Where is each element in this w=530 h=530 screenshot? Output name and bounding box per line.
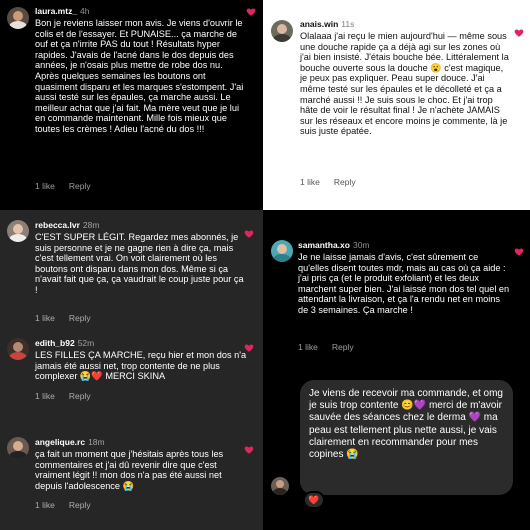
comment-text: ça fait un moment que j'hésitais après t…: [35, 449, 224, 491]
heart-icon[interactable]: [244, 445, 254, 455]
comment-header: rebecca.lvr 28m: [35, 220, 99, 230]
like-count[interactable]: 1 like: [35, 391, 55, 401]
comment-header: samantha.xo 30m: [298, 240, 370, 250]
comment-header: angelique.rc 18m: [35, 437, 105, 447]
username[interactable]: edith_b92: [35, 338, 75, 348]
username[interactable]: anais.win: [300, 19, 338, 29]
avatar[interactable]: [271, 477, 289, 495]
comment-text: Je ne laisse jamais d'avis, c'est sûreme…: [298, 252, 510, 315]
timestamp: 18m: [88, 437, 105, 447]
heart-icon[interactable]: [246, 7, 256, 17]
like-count[interactable]: 1 like: [35, 181, 55, 191]
comment-actions: 1 like Reply: [35, 313, 91, 323]
comment-text: Olalaaa j'ai reçu le mien aujourd'hui — …: [300, 31, 509, 137]
reply-button[interactable]: Reply: [69, 313, 91, 323]
like-count[interactable]: 1 like: [298, 342, 318, 352]
username[interactable]: laura.mtz_: [35, 6, 77, 16]
comment-actions: 1 like Reply: [35, 500, 91, 510]
timestamp: 30m: [352, 240, 370, 250]
timestamp: 28m: [82, 220, 100, 230]
heart-icon[interactable]: [514, 247, 524, 257]
avatar[interactable]: [7, 220, 29, 242]
timestamp: 11s: [341, 19, 355, 29]
message-bubble[interactable]: Je viens de recevoir ma commande, et omg…: [300, 380, 513, 495]
username[interactable]: samantha.xo: [298, 240, 350, 250]
heart-reaction-icon[interactable]: ❤️: [303, 491, 325, 509]
reply-button[interactable]: Reply: [69, 391, 91, 401]
timestamp: 4h: [80, 6, 90, 16]
like-count[interactable]: 1 like: [35, 313, 55, 323]
reply-button[interactable]: Reply: [334, 177, 356, 187]
timestamp: 52m: [77, 338, 95, 348]
comment-actions: 1 like Reply: [35, 181, 91, 191]
comment-actions: 1 like Reply: [298, 342, 354, 352]
comment-text: C'EST SUPER LÉGIT. Regardez mes abonnés,…: [35, 232, 244, 295]
heart-icon[interactable]: [244, 229, 254, 239]
comment-text: Bon je reviens laisser mon avis. Je vien…: [35, 18, 244, 134]
heart-icon[interactable]: [514, 28, 524, 38]
username[interactable]: angelique.rc: [35, 437, 85, 447]
reply-button[interactable]: Reply: [332, 342, 354, 352]
comment-panel-left: rebecca.lvr 28m C'EST SUPER LÉGIT. Regard…: [0, 210, 263, 530]
comment-header: laura.mtz_ 4h: [35, 6, 90, 16]
comment-actions: 1 like Reply: [300, 177, 356, 187]
avatar[interactable]: [7, 338, 29, 360]
reply-button[interactable]: Reply: [69, 500, 91, 510]
avatar[interactable]: [7, 7, 29, 29]
comment-header: edith_b92 52m: [35, 338, 94, 348]
comment-actions: 1 like Reply: [35, 391, 91, 401]
comment-text: LES FILLES ÇA MARCHE, reçu hier et mon d…: [35, 350, 247, 382]
like-count[interactable]: 1 like: [35, 500, 55, 510]
avatar[interactable]: [7, 437, 29, 459]
heart-icon[interactable]: [244, 343, 254, 353]
comment-header: anais.win 11s: [300, 19, 354, 29]
avatar[interactable]: [271, 240, 293, 262]
username[interactable]: rebecca.lvr: [35, 220, 80, 230]
avatar[interactable]: [271, 20, 293, 42]
comment-panel-laura: laura.mtz_ 4h Bon je reviens laisser mon …: [0, 0, 263, 210]
comment-panel-anais: anais.win 11s Olalaaa j'ai reçu le mien a…: [263, 0, 530, 210]
like-count[interactable]: 1 like: [300, 177, 320, 187]
reply-button[interactable]: Reply: [69, 181, 91, 191]
